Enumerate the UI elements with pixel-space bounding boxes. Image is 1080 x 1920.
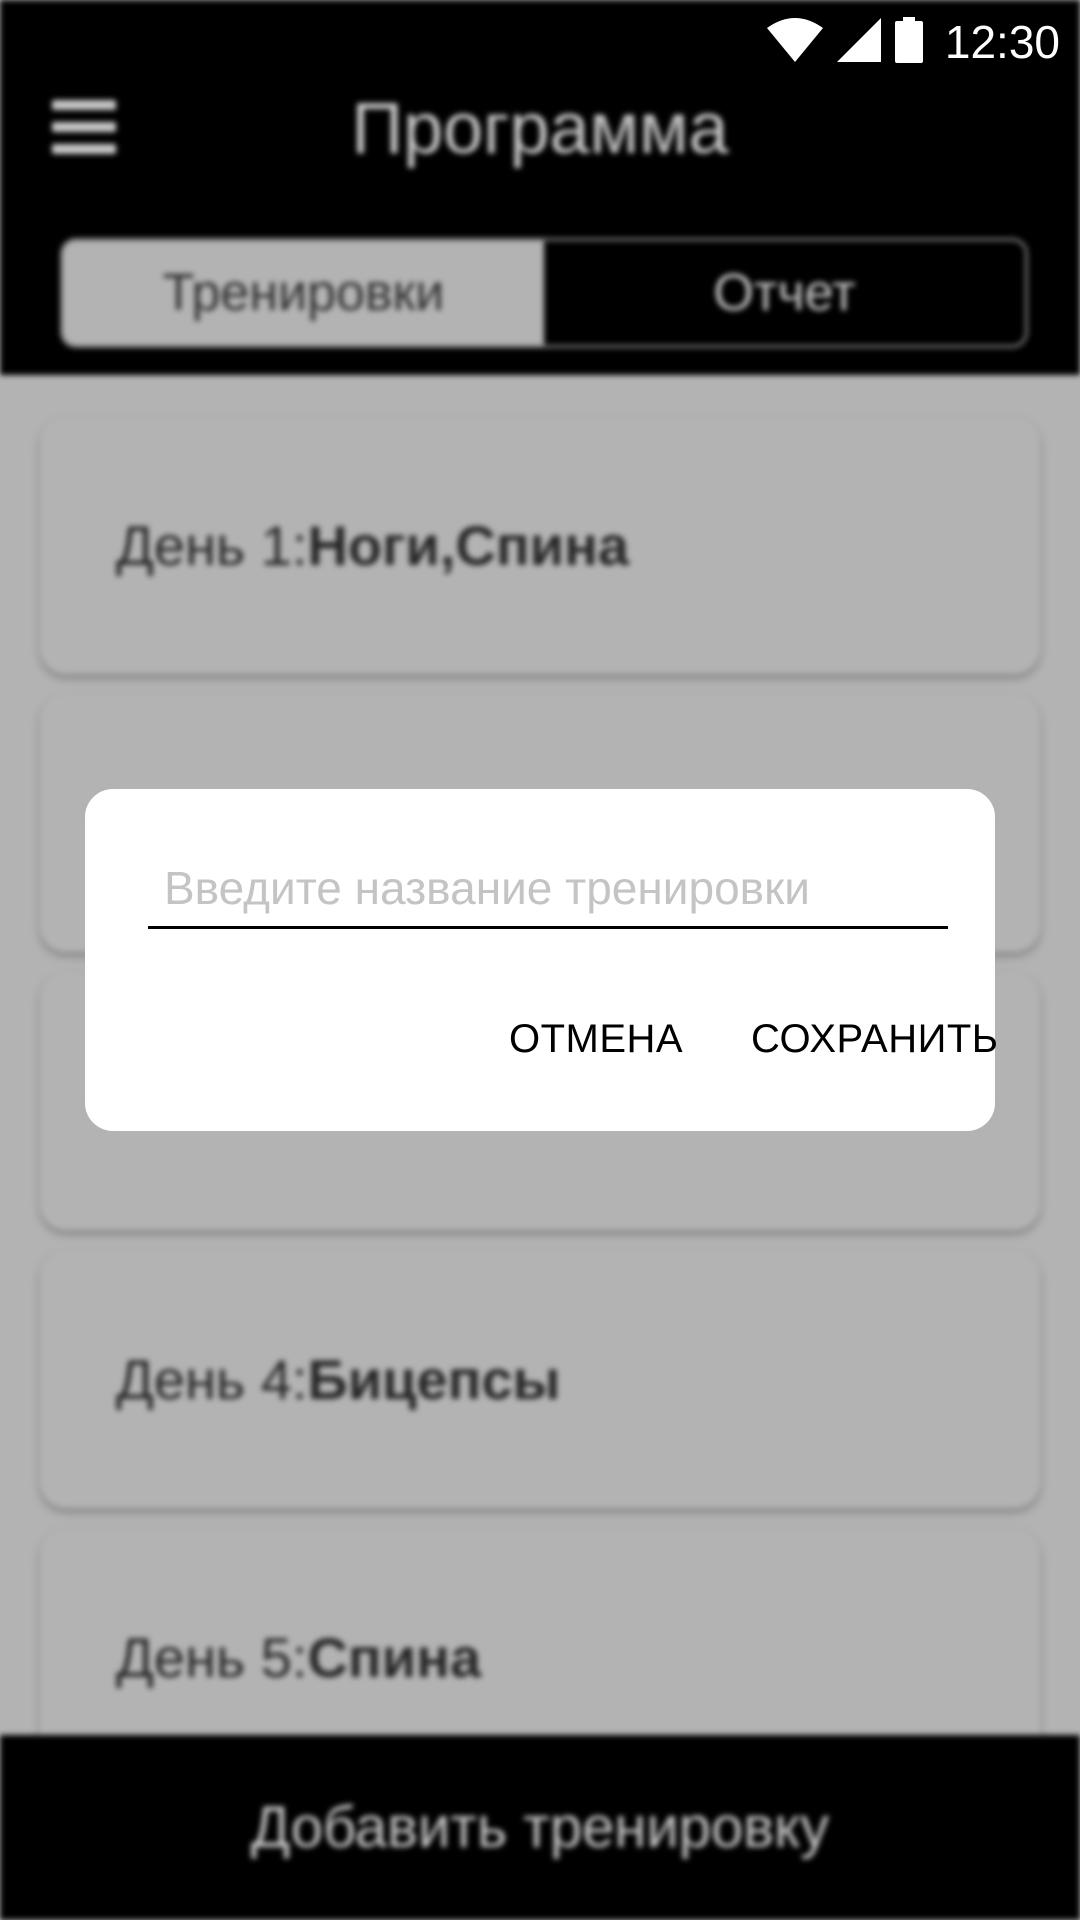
workout-muscles-label: Бицепсы — [307, 1347, 561, 1411]
wifi-icon — [766, 17, 823, 67]
workout-name-dialog: ОТМЕНА СОХРАНИТЬ — [85, 789, 998, 1131]
workout-day-label: День 1: — [116, 513, 308, 577]
status-time: 12:30 — [944, 16, 1060, 68]
cancel-button[interactable]: ОТМЕНА — [491, 1004, 701, 1074]
status-icons: 12:30 — [766, 12, 1060, 72]
page-title: Программа — [351, 89, 729, 169]
battery-icon — [894, 16, 923, 68]
workout-muscles-label: Спина — [307, 1625, 482, 1689]
tab-workouts[interactable]: Тренировки — [63, 241, 544, 345]
workout-muscles-label: Ноги,Спина — [307, 513, 630, 577]
workout-day-label: День 5: — [116, 1625, 308, 1689]
tab-report[interactable]: Отчет — [544, 241, 1025, 345]
workout-name-input[interactable] — [148, 849, 948, 929]
save-button[interactable]: СОХРАНИТЬ — [733, 1004, 1017, 1074]
workout-card[interactable]: День 4: Бицепсы — [40, 1250, 1040, 1508]
cellular-signal-icon — [836, 17, 881, 67]
tab-switcher: Тренировки Отчет — [60, 238, 1028, 348]
add-workout-button[interactable]: Добавить тренировку — [0, 1735, 1080, 1920]
workout-day-label: День 4: — [116, 1347, 308, 1411]
app-screen: Программа Тренировки Отчет День 1: Ноги,… — [0, 0, 1080, 1920]
workout-card[interactable]: День 1: Ноги,Спина — [40, 416, 1040, 674]
